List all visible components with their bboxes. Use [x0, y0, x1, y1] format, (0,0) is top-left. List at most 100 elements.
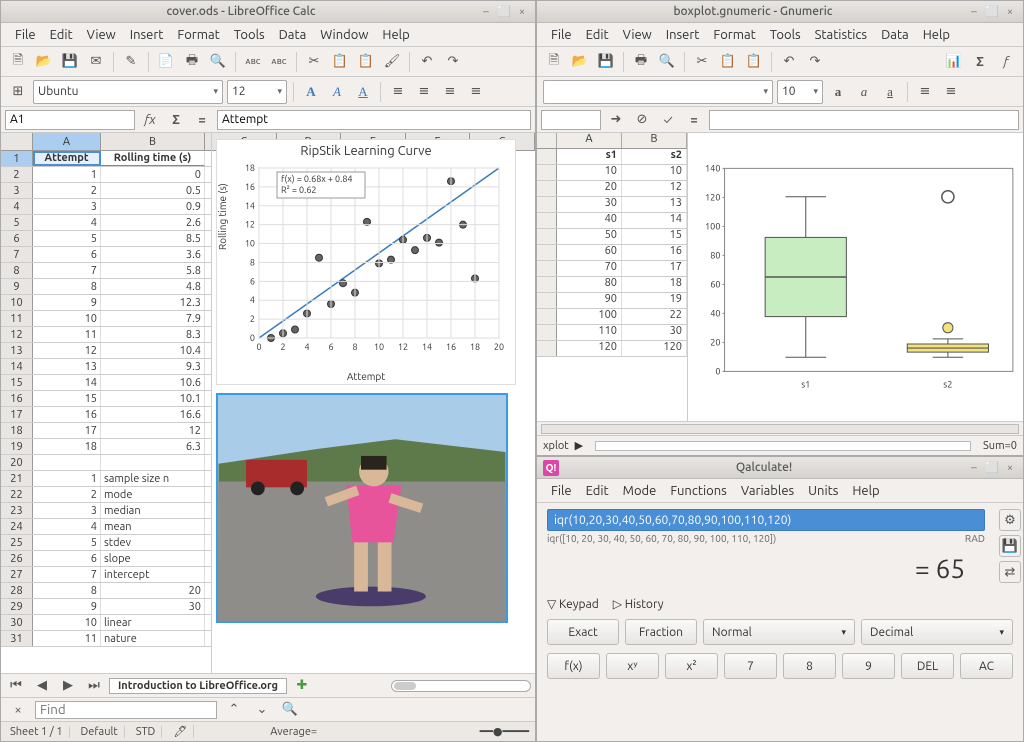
hscroll[interactable] [391, 680, 531, 692]
menu-variables[interactable]: Variables [735, 482, 800, 500]
cell[interactable]: 0 [101, 167, 205, 182]
row-header[interactable]: 19 [1, 439, 33, 454]
cell[interactable]: 10 [33, 311, 101, 326]
cell[interactable]: 13 [622, 197, 687, 212]
goto-icon[interactable]: ➜ [605, 109, 627, 131]
align-left-icon[interactable]: ≡ [387, 81, 409, 103]
col-header-A[interactable]: A [33, 133, 101, 150]
cell[interactable]: sample size n [101, 471, 205, 486]
preview-icon[interactable]: 🔍 [207, 51, 229, 73]
menu-format[interactable]: Format [171, 26, 225, 44]
maximize-icon[interactable]: ⬜ [497, 5, 511, 19]
cell[interactable]: mode [101, 487, 205, 502]
find-input[interactable] [35, 701, 217, 719]
row-header[interactable]: 22 [1, 487, 33, 502]
align-center-icon[interactable]: ≡ [940, 81, 962, 103]
cell[interactable]: s1 [557, 149, 622, 164]
menu-file[interactable]: File [545, 26, 578, 44]
cell[interactable]: 80 [557, 277, 622, 292]
cell[interactable]: 30 [557, 197, 622, 212]
cell[interactable]: 22 [622, 309, 687, 324]
cut-icon[interactable]: ✂ [303, 51, 325, 73]
sheet-tab[interactable]: Introduction to LibreOffice.org [109, 678, 287, 694]
font-name-dropdown[interactable]: Ubuntu▾ [33, 80, 223, 104]
cell[interactable]: 16 [622, 245, 687, 260]
cell[interactable] [101, 455, 205, 470]
close-find-icon[interactable]: × [7, 699, 29, 721]
row-header[interactable]: 14 [1, 359, 33, 374]
cell[interactable]: 50 [557, 229, 622, 244]
zoom-slider[interactable]: ━━●━━━━ [480, 725, 529, 738]
copy-icon[interactable]: 📋 [329, 51, 351, 73]
minimize-icon[interactable]: – [479, 5, 493, 19]
maximize-icon[interactable]: ⬜ [985, 461, 999, 475]
cell[interactable]: stdev [101, 535, 205, 550]
underline-icon[interactable]: A [352, 81, 374, 103]
italic-icon[interactable]: a [853, 81, 875, 103]
key-7[interactable]: 7 [724, 653, 777, 679]
cell[interactable]: 7 [33, 567, 101, 582]
cell-reference-input[interactable] [5, 110, 135, 130]
row-header[interactable]: 25 [1, 535, 33, 550]
cut-icon[interactable]: ✂ [691, 51, 713, 73]
sum-icon[interactable]: Σ [165, 109, 187, 131]
cell[interactable]: 7.9 [101, 311, 205, 326]
find-next-icon[interactable]: ⌄ [251, 699, 273, 721]
copy-icon[interactable]: 📋 [717, 51, 739, 73]
cell[interactable]: 4 [33, 519, 101, 534]
cell[interactable]: 9 [33, 295, 101, 310]
font-name-dropdown[interactable]: ▾ [543, 80, 773, 104]
cell[interactable]: 30 [101, 599, 205, 614]
row-header[interactable]: 8 [1, 263, 33, 278]
cell[interactable]: 20 [557, 181, 622, 196]
find-options-icon[interactable]: 🔍 [279, 699, 301, 721]
normal-button[interactable]: Normal ▾ [703, 619, 855, 645]
menu-tools[interactable]: Tools [764, 26, 807, 44]
cell[interactable]: 5 [33, 535, 101, 550]
save-icon[interactable]: 💾 [595, 51, 617, 73]
cell[interactable]: 20 [101, 583, 205, 598]
cell[interactable]: nature [101, 631, 205, 646]
spellcheck-icon[interactable]: ᴀʙᴄ [242, 51, 264, 73]
save-icon[interactable]: 💾 [59, 51, 81, 73]
row-header[interactable]: 11 [1, 311, 33, 326]
print-icon[interactable]: 🖶 [630, 51, 652, 73]
accept-icon[interactable]: ✓ [657, 109, 679, 131]
underline-icon[interactable]: a [879, 81, 901, 103]
cell[interactable]: 4.8 [101, 279, 205, 294]
cell[interactable]: 120 [622, 341, 687, 356]
cell[interactable]: 60 [557, 245, 622, 260]
row-header[interactable]: 31 [1, 631, 33, 646]
function-wizard-icon[interactable]: fx [139, 109, 161, 131]
tab-scroll[interactable] [595, 441, 971, 451]
cell[interactable]: 120 [557, 341, 622, 356]
store-icon[interactable]: 💾 [999, 535, 1021, 557]
equals-icon[interactable]: = [683, 109, 705, 131]
tab-first-icon[interactable]: ⏮ [5, 675, 27, 697]
key-x[interactable]: xʸ [606, 653, 659, 679]
add-sheet-icon[interactable]: ✚ [291, 675, 313, 697]
gnumeric-titlebar[interactable]: boxplot.gnumeric - Gnumeric – ⬜ × [537, 1, 1023, 23]
cell[interactable]: 7 [33, 263, 101, 278]
row-header[interactable]: 21 [1, 471, 33, 486]
menu-units[interactable]: Units [802, 482, 844, 500]
cell[interactable]: 12 [622, 181, 687, 196]
auto-spellcheck-icon[interactable]: ᴀʙᴄ [268, 51, 290, 73]
row-header[interactable]: 28 [1, 583, 33, 598]
col-header-B[interactable]: B [101, 133, 205, 150]
minimize-icon[interactable]: – [967, 5, 981, 19]
row-header[interactable]: 3 [1, 183, 33, 198]
menu-tools[interactable]: Tools [228, 26, 271, 44]
key-del[interactable]: DEL [901, 653, 954, 679]
maximize-icon[interactable]: ⬜ [985, 5, 999, 19]
cell[interactable]: 30 [622, 325, 687, 340]
menu-file[interactable]: File [545, 482, 578, 500]
cell[interactable]: mean [101, 519, 205, 534]
cell[interactable]: slope [101, 551, 205, 566]
cell[interactable]: 8.3 [101, 327, 205, 342]
cell[interactable]: 14 [33, 375, 101, 390]
row-header[interactable]: 27 [1, 567, 33, 582]
cancel-icon[interactable]: ⊘ [631, 109, 653, 131]
bold-icon[interactable]: a [827, 81, 849, 103]
cell[interactable]: 15 [33, 391, 101, 406]
